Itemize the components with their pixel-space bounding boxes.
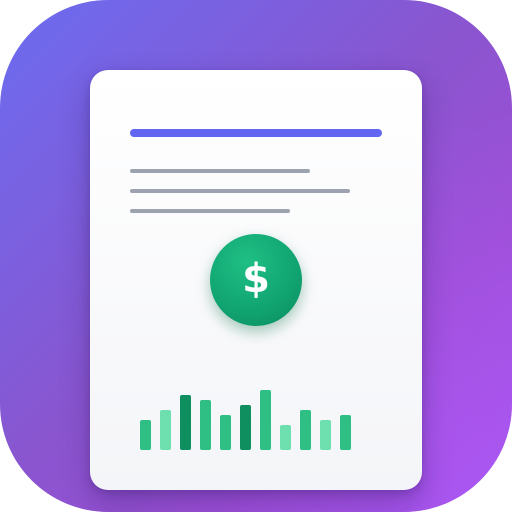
dollar-coin: $ — [210, 234, 302, 326]
chart-bar — [260, 390, 271, 450]
chart-bar — [280, 425, 291, 450]
chart-bar — [320, 420, 331, 450]
document-card: $ — [90, 70, 422, 490]
bar-chart-svg — [140, 390, 351, 450]
chart-bar — [200, 400, 211, 450]
chart-bar — [340, 415, 351, 450]
chart-bar — [140, 420, 151, 450]
chart-bar — [180, 395, 191, 450]
chart-bar — [240, 405, 251, 450]
mini-bar-chart — [140, 350, 360, 450]
dollar-sign-icon: $ — [242, 256, 270, 302]
document-text-line — [130, 209, 290, 213]
document-text-line — [130, 169, 310, 173]
chart-bar — [300, 410, 311, 450]
document-title-bar — [130, 129, 382, 137]
document-text-line — [130, 189, 350, 193]
app-icon-background: $ — [0, 0, 512, 512]
chart-bar — [160, 410, 171, 450]
chart-bar — [220, 415, 231, 450]
